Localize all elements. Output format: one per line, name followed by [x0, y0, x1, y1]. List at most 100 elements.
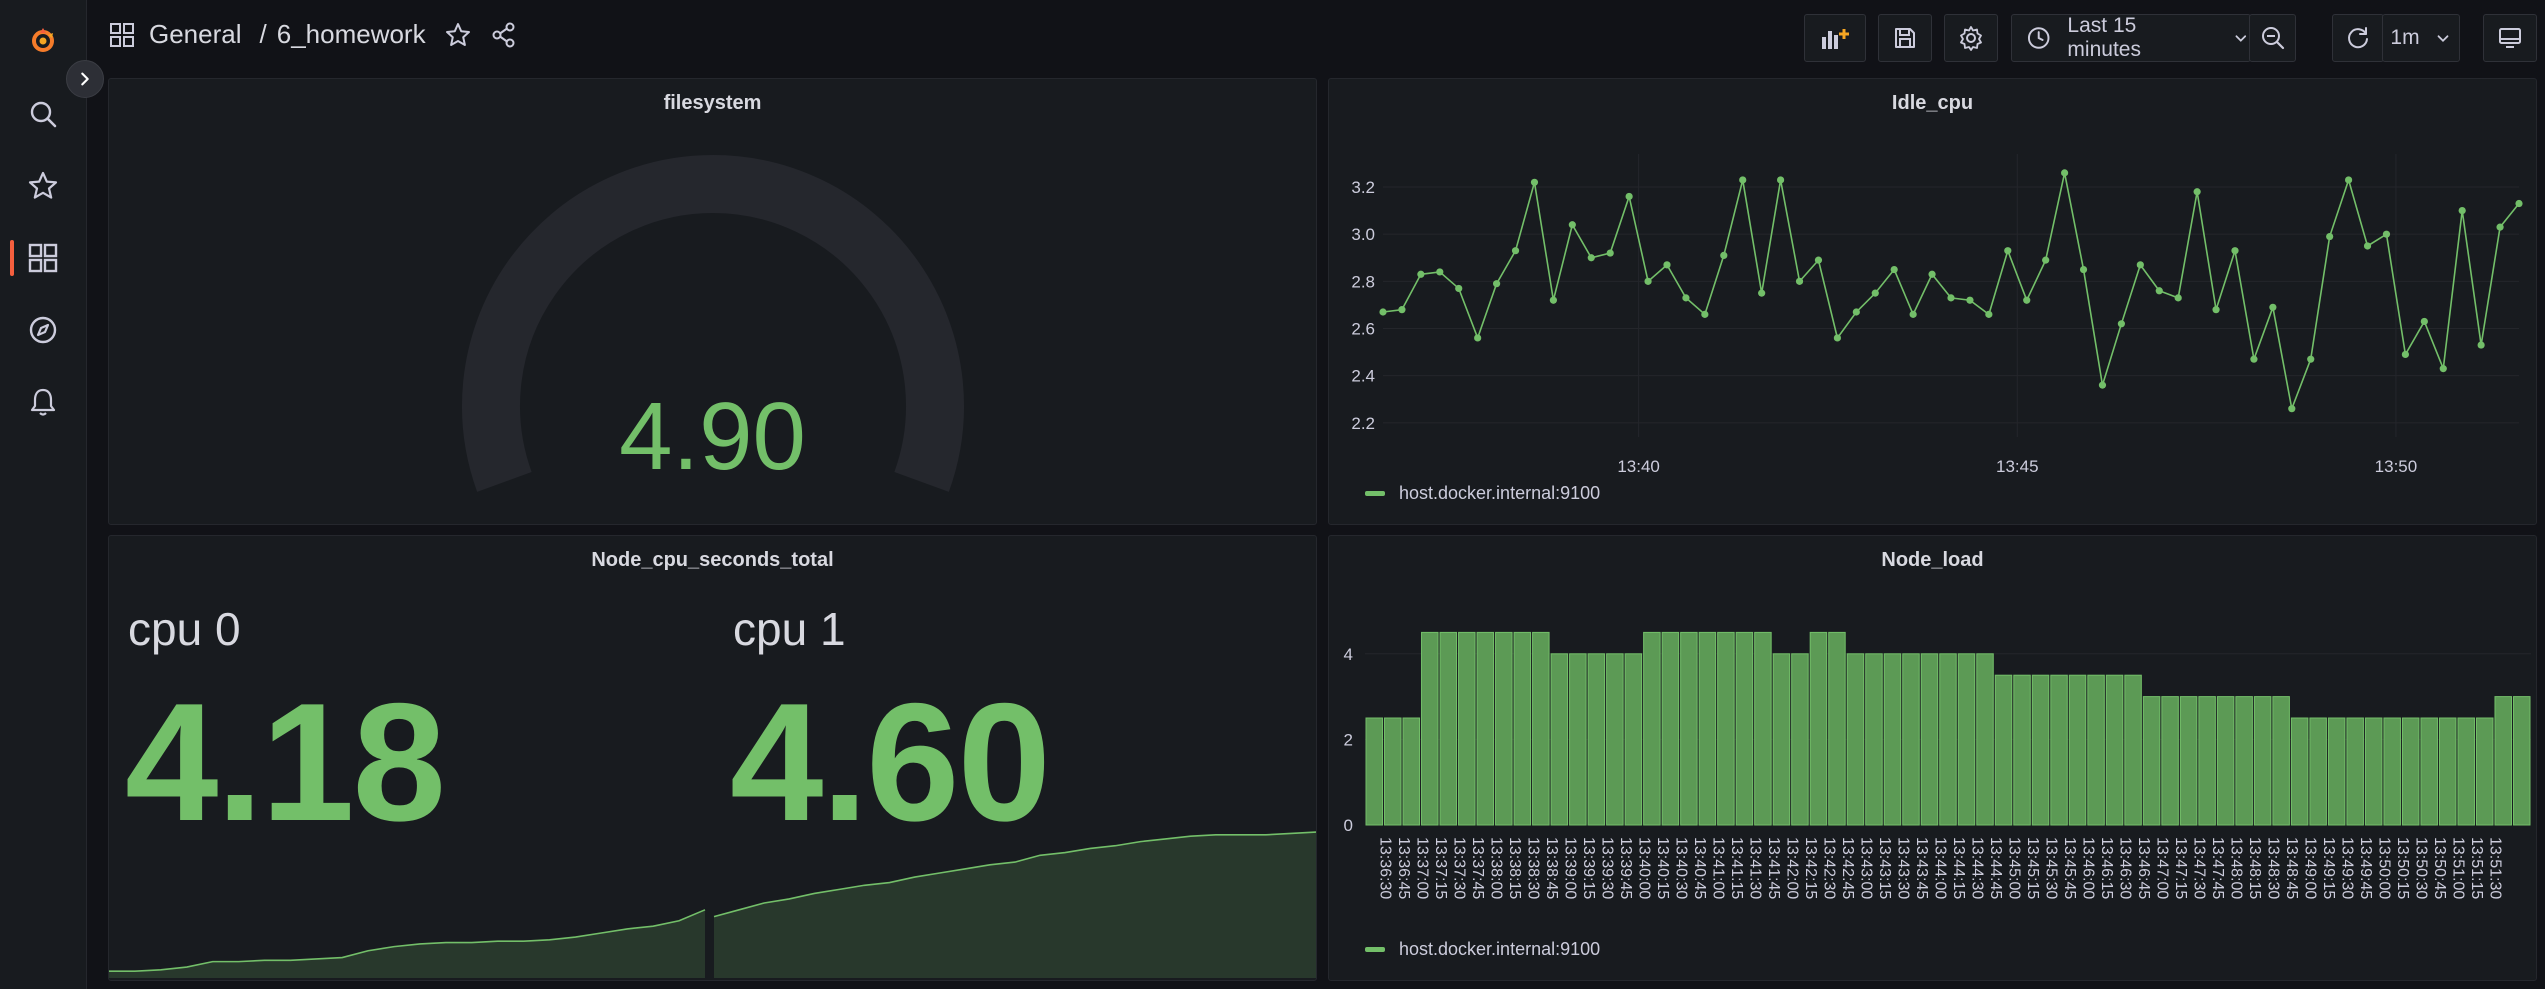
y-tick-label: 2.2: [1351, 414, 1375, 433]
data-point: [2193, 188, 2201, 196]
search-icon[interactable]: [23, 94, 63, 134]
time-range-label: Last 15 minutes: [2067, 14, 2141, 61]
sidebar: [0, 0, 87, 989]
x-tick-label: 13:47:45: [2209, 837, 2226, 899]
tv-mode-button[interactable]: [2483, 14, 2537, 62]
node-load-panel[interactable]: Node_load 0 2 4 13:36:30 13:36:45 13:37:00 13:…: [1328, 535, 2537, 981]
x-tick-label: 13:38:00: [1487, 837, 1504, 899]
dashboard-title[interactable]: 6_homework: [277, 19, 426, 50]
explore-icon[interactable]: [23, 310, 63, 350]
bar: [2031, 674, 2050, 826]
grafana-logo-icon[interactable]: [23, 20, 63, 60]
chevron-down-icon: [2437, 35, 2448, 42]
x-tick-label: 13:50:00: [2376, 837, 2393, 899]
data-point: [2250, 355, 2258, 363]
data-point: [2042, 256, 2050, 264]
x-tick-label: 13:46:30: [2117, 837, 2134, 899]
data-point: [1833, 334, 1841, 342]
data-point: [1663, 261, 1671, 269]
node-cpu-panel[interactable]: Node_cpu_seconds_total cpu 0 4.18 cpu 1 …: [108, 535, 1317, 981]
breadcrumb-folder[interactable]: General: [149, 19, 242, 50]
data-point: [2439, 365, 2447, 373]
x-tick-label: 13:45:45: [2061, 837, 2078, 899]
data-point: [1493, 280, 1501, 288]
bar: [1624, 653, 1643, 826]
x-tick-label: 13:44:30: [1969, 837, 1986, 899]
data-point: [1701, 310, 1709, 318]
legend-item[interactable]: host.docker.internal:9100: [1365, 483, 1600, 504]
share-icon[interactable]: [490, 21, 518, 49]
save-icon: [1895, 28, 1915, 48]
alerting-icon[interactable]: [23, 382, 63, 422]
idle-cpu-chart: 2.2 2.4 2.6 2.8 3.0 3.2 13:40 13:45 13:50: [1351, 154, 2523, 476]
x-tick-label: 13:51:00: [2450, 837, 2467, 899]
bar: [2383, 717, 2401, 826]
refresh-button[interactable]: [2332, 14, 2384, 62]
x-tick-label: 13:46:45: [2135, 837, 2152, 899]
stat-label-cpu1: cpu 1: [733, 603, 846, 655]
x-tick-label: 13:40:15: [1654, 837, 1671, 899]
stat-value-cpu0: 4.18: [125, 668, 446, 856]
bar: [1458, 631, 1476, 826]
sidebar-expand-button[interactable]: [66, 60, 104, 98]
data-point: [1398, 306, 1406, 314]
breadcrumb: General / 6_homework: [109, 19, 518, 50]
x-tick-label: 13:41:00: [1709, 837, 1726, 899]
bar: [1680, 631, 1698, 826]
bar: [1513, 631, 1532, 826]
data-point: [1436, 268, 1444, 276]
data-point: [2136, 261, 2144, 269]
bar: [1569, 653, 1587, 826]
y-tick-label: 2: [1344, 730, 1353, 749]
x-tick-label: 13:41:15: [1728, 837, 1745, 899]
sparkline-area: [109, 909, 705, 978]
data-point: [2079, 265, 2088, 274]
x-tick-label: 13:42:15: [1802, 837, 1819, 899]
star-icon[interactable]: [444, 21, 472, 49]
bar: [1661, 631, 1680, 826]
x-tick-label: 13:47:15: [2172, 837, 2189, 899]
data-point: [2345, 176, 2353, 184]
x-tick-label: 13:45:15: [2024, 837, 2041, 899]
x-tick-label: 13:44:15: [1950, 837, 1967, 899]
dashboards-icon[interactable]: [23, 238, 63, 278]
star-icon[interactable]: [23, 166, 63, 206]
refresh-interval-picker[interactable]: 1m: [2382, 14, 2460, 62]
save-dashboard-button[interactable]: [1878, 14, 1932, 62]
legend-label: host.docker.internal:9100: [1399, 483, 1601, 503]
data-point: [1795, 277, 1804, 285]
bar: [2087, 674, 2105, 826]
x-tick-label: 13:50:15: [2394, 837, 2411, 899]
data-point: [1625, 192, 1633, 201]
dashboard-settings-button[interactable]: [1944, 14, 1998, 62]
bar: [1883, 653, 1902, 826]
time-range-picker[interactable]: Last 15 minutes: [2011, 14, 2251, 62]
x-tick-label: 13:37:00: [1413, 837, 1430, 899]
bar: [1439, 631, 1458, 826]
data-point: [2382, 230, 2391, 238]
bar: [2457, 717, 2475, 826]
chevron-down-icon: [2235, 35, 2247, 42]
add-panel-button[interactable]: [1804, 14, 1866, 62]
bar: [1828, 631, 1846, 826]
data-point: [1947, 294, 1955, 302]
active-indicator: [10, 240, 14, 276]
filesystem-panel[interactable]: filesystem 4.90: [108, 78, 1317, 525]
legend-item[interactable]: host.docker.internal:9100: [1365, 939, 1600, 960]
top-navbar: General / 6_homework Last 15 minutes 1m: [87, 0, 2545, 76]
x-tick-label: 13:46:00: [2080, 837, 2097, 899]
data-point: [1474, 334, 1482, 342]
bar: [1587, 653, 1606, 826]
bar: [2309, 717, 2327, 826]
idle-cpu-panel[interactable]: Idle_cpu 2.2 2.4 2.6 2.8 3.0 3.2 13:40 13:45 13:…: [1328, 78, 2537, 525]
x-tick-label: 13:49:15: [2320, 837, 2337, 899]
add-panel-icon: [1822, 29, 1849, 49]
data-point: [1909, 310, 1917, 318]
bar: [1698, 631, 1717, 826]
zoom-out-button[interactable]: [2249, 14, 2296, 62]
data-point: [1644, 277, 1652, 285]
x-tick-label: 13:49:30: [2339, 837, 2356, 899]
x-tick-label: 13:45:00: [2006, 837, 2023, 899]
x-tick-label: 13:51:15: [2468, 837, 2485, 899]
y-tick-label: 2.6: [1351, 320, 1375, 339]
